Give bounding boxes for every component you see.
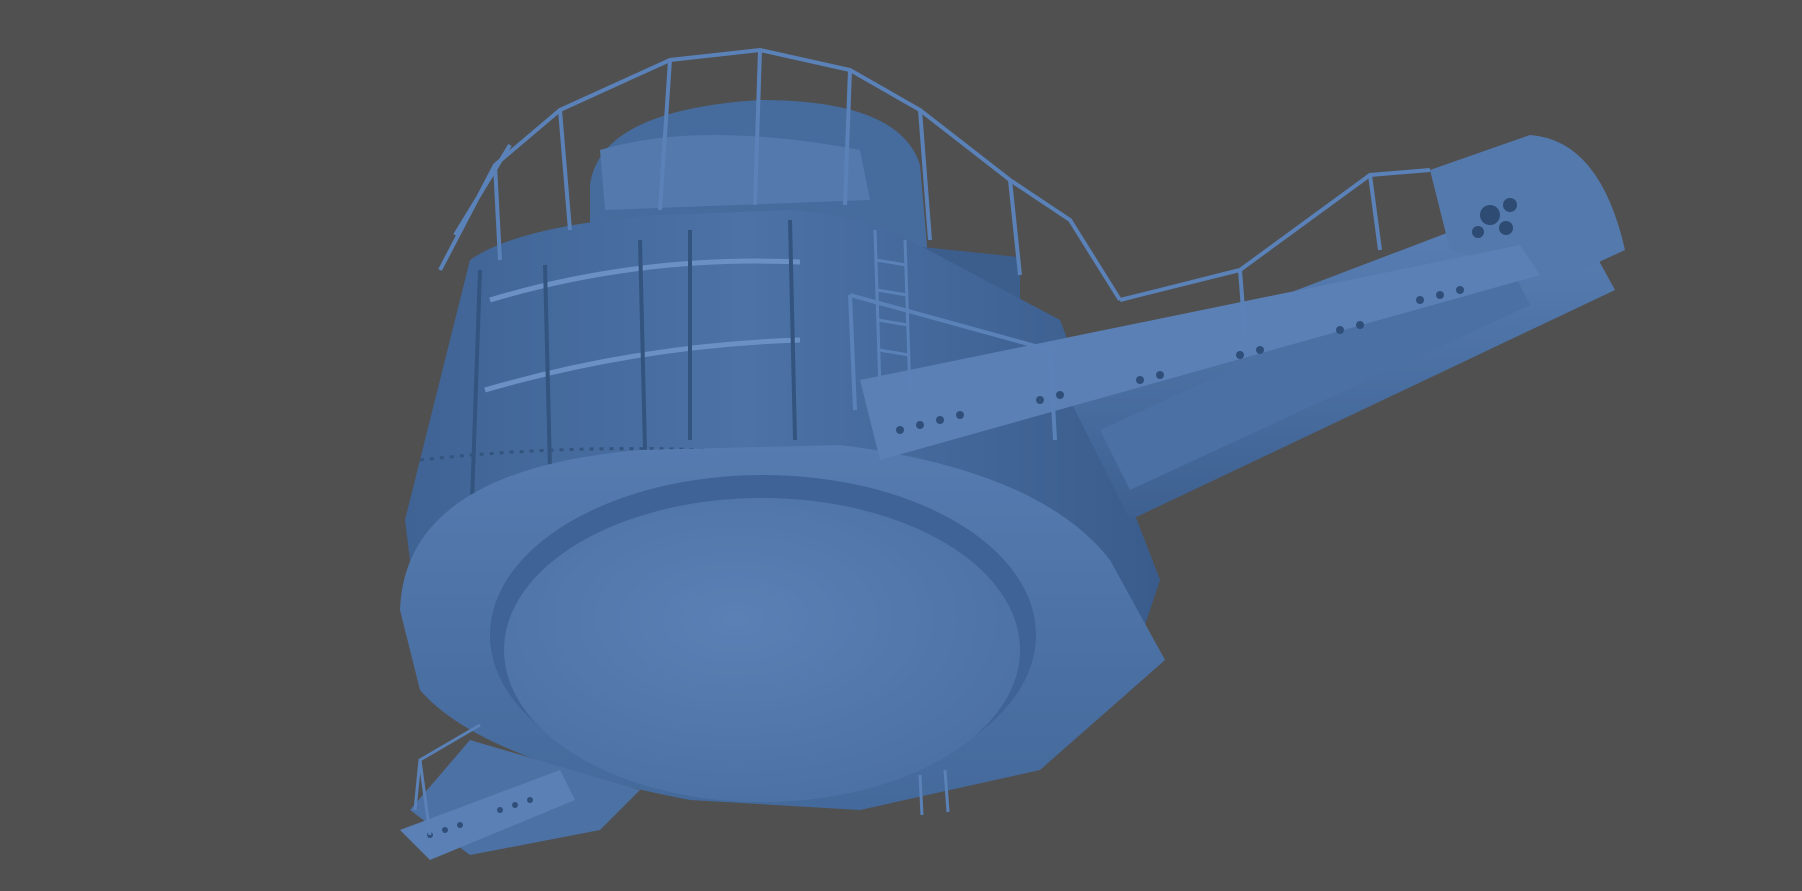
turret-render [400,47,1625,860]
render-viewport[interactable] [0,0,1802,891]
